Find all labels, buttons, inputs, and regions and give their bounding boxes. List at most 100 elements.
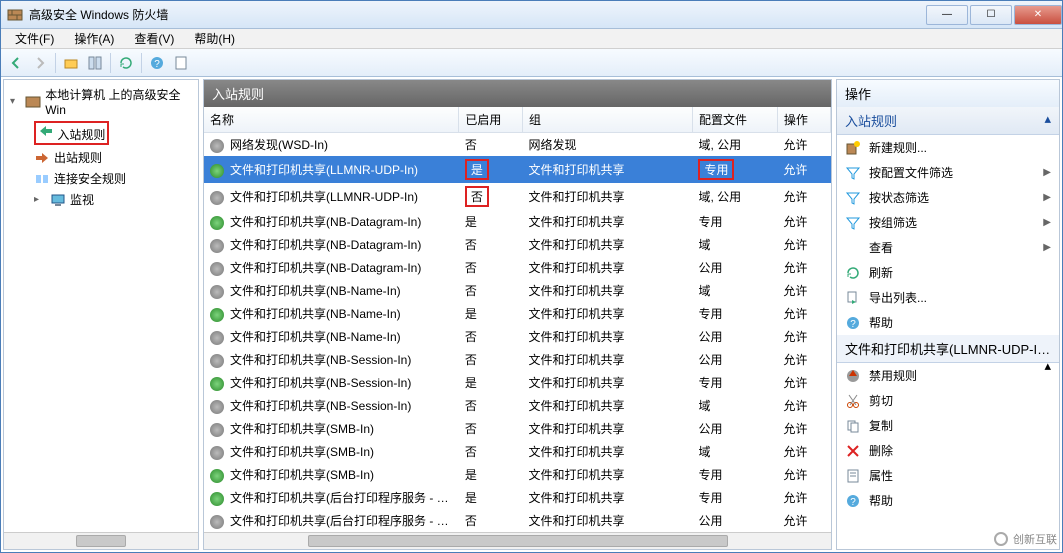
action-帮助[interactable]: ?帮助 [837,488,1059,513]
table-row[interactable]: 文件和打印机共享(NB-Session-In) 否 文件和打印机共享 公用 允许 [204,348,831,371]
delete-icon [845,443,861,459]
table-row[interactable]: 文件和打印机共享(NB-Name-In) 否 文件和打印机共享 公用 允许 [204,325,831,348]
actions-header: 操作 [837,80,1059,107]
col-action[interactable]: 操作 [777,107,830,133]
col-enabled[interactable]: 已启用 [459,107,523,133]
svg-text:?: ? [850,319,856,330]
filter-icon [845,165,861,181]
tree-inbound-label: 入站规则 [57,128,105,142]
action-删除[interactable]: 删除 [837,438,1059,463]
table-row[interactable]: 文件和打印机共享(NB-Name-In) 是 文件和打印机共享 专用 允许 [204,302,831,325]
table-row[interactable]: 文件和打印机共享(NB-Session-In) 否 文件和打印机共享 域 允许 [204,394,831,417]
table-row[interactable]: 文件和打印机共享(SMB-In) 否 文件和打印机共享 公用 允许 [204,417,831,440]
menu-help[interactable]: 帮助(H) [184,28,245,49]
tree-root[interactable]: ▾ 本地计算机 上的高级安全 Win [6,84,196,119]
status-icon [210,285,224,299]
refresh-icon [845,265,861,281]
status-icon [210,515,224,529]
table-row[interactable]: 文件和打印机共享(NB-Datagram-In) 否 文件和打印机共享 公用 允… [204,256,831,279]
firewall-icon [7,7,23,23]
props-icon [845,468,861,484]
inbound-icon [38,123,54,139]
col-name[interactable]: 名称 [204,107,459,133]
menu-action[interactable]: 操作(A) [64,28,124,49]
close-button[interactable]: ✕ [1014,5,1062,25]
action-帮助[interactable]: ?帮助 [837,310,1059,335]
back-button[interactable] [5,52,27,74]
show-hide-button[interactable] [84,52,106,74]
action-复制[interactable]: 复制 [837,413,1059,438]
table-row[interactable]: 文件和打印机共享(NB-Datagram-In) 否 文件和打印机共享 域 允许 [204,233,831,256]
toolbar: ? [1,49,1062,77]
table-row[interactable]: 文件和打印机共享(NB-Name-In) 否 文件和打印机共享 域 允许 [204,279,831,302]
status-icon [210,492,224,506]
menu-file[interactable]: 文件(F) [5,28,64,49]
table-row[interactable]: 文件和打印机共享(SMB-In) 否 文件和打印机共享 域 允许 [204,440,831,463]
help-icon: ? [845,315,861,331]
status-icon [210,354,224,368]
tree-hscroll[interactable] [4,532,198,549]
action-查看[interactable]: 查看▶ [837,235,1059,260]
status-icon [210,262,224,276]
maximize-button[interactable]: ☐ [970,5,1012,25]
status-icon [210,191,224,205]
col-profile[interactable]: 配置文件 [692,107,777,133]
action-禁用规则[interactable]: 禁用规则 [837,363,1044,388]
table-row[interactable]: 文件和打印机共享(后台打印程序服务 - R… 否 文件和打印机共享 公用 允许 [204,509,831,532]
table-row[interactable]: 文件和打印机共享(后台打印程序服务 - R… 是 文件和打印机共享 专用 允许 [204,486,831,509]
help-icon: ? [845,493,861,509]
table-row[interactable]: 文件和打印机共享(NB-Session-In) 是 文件和打印机共享 专用 允许 [204,371,831,394]
action-刷新[interactable]: 刷新 [837,260,1059,285]
table-row[interactable]: 文件和打印机共享(NB-Datagram-In) 是 文件和打印机共享 专用 允… [204,210,831,233]
expand-icon[interactable]: ▸ [34,194,46,205]
chevron-right-icon: ▶ [1043,167,1051,178]
tree-monitor[interactable]: ▸ 监视 [6,189,196,210]
export-button[interactable] [170,52,192,74]
filter-icon [845,190,861,206]
action-剪切[interactable]: 剪切 [837,388,1059,413]
table-row[interactable]: 文件和打印机共享(LLMNR-UDP-In) 否 文件和打印机共享 域, 公用 … [204,183,831,210]
status-icon [210,164,224,178]
rules-table: 名称 已启用 组 配置文件 操作 网络发现(WSD-In) 否 网络发现 域, … [204,107,831,532]
rules-pane: 入站规则 名称 已启用 组 配置文件 操作 网络发现(WSD-In) 否 网络发… [203,79,832,550]
svg-text:?: ? [154,59,160,70]
collapse-icon[interactable]: ▴ [1044,111,1051,127]
actions-pane: 操作 入站规则 ▴ 新建规则...按配置文件筛选▶按状态筛选▶按组筛选▶查看▶刷… [836,79,1060,550]
table-row[interactable]: 网络发现(WSD-In) 否 网络发现 域, 公用 允许 [204,133,831,157]
tree-monitor-label: 监视 [70,191,94,208]
help-button[interactable]: ? [146,52,168,74]
monitor-icon [50,192,66,208]
tree-connsec[interactable]: 连接安全规则 [6,168,196,189]
none-icon [845,240,861,256]
collapse-icon[interactable]: ▴ [1044,358,1051,374]
menu-view[interactable]: 查看(V) [124,28,184,49]
table-row[interactable]: 文件和打印机共享(LLMNR-UDP-In) 是 文件和打印机共享 专用 允许 [204,156,831,183]
tree-root-label: 本地计算机 上的高级安全 Win [45,86,194,117]
tree-inbound[interactable]: 入站规则 [6,119,196,147]
up-button[interactable] [60,52,82,74]
rules-hscroll[interactable] [204,532,831,549]
refresh-button[interactable] [115,52,137,74]
action-按组筛选[interactable]: 按组筛选▶ [837,210,1059,235]
actions-section1: 入站规则 ▴ [837,107,1059,135]
action-属性[interactable]: 属性 [837,463,1059,488]
chevron-right-icon: ▶ [1043,217,1051,228]
action-按配置文件筛选[interactable]: 按配置文件筛选▶ [837,160,1059,185]
tree-outbound-label: 出站规则 [54,149,102,166]
titlebar: 高级安全 Windows 防火墙 — ☐ ✕ [1,1,1062,29]
minimize-button[interactable]: — [926,5,968,25]
col-group[interactable]: 组 [523,107,693,133]
forward-button[interactable] [29,52,51,74]
status-icon [210,469,224,483]
cut-icon [845,393,861,409]
action-按状态筛选[interactable]: 按状态筛选▶ [837,185,1059,210]
collapse-icon[interactable]: ▾ [10,96,21,107]
filter-icon [845,215,861,231]
action-导出列表...[interactable]: 导出列表... [837,285,1059,310]
table-row[interactable]: 文件和打印机共享(SMB-In) 是 文件和打印机共享 专用 允许 [204,463,831,486]
firewall-icon [25,94,41,110]
tree-outbound[interactable]: 出站规则 [6,147,196,168]
action-新建规则...[interactable]: 新建规则... [837,135,1059,160]
actions-section2: 文件和打印机共享(LLMNR-UDP-I… ▴ [837,335,1059,363]
window-title: 高级安全 Windows 防火墙 [29,6,924,23]
